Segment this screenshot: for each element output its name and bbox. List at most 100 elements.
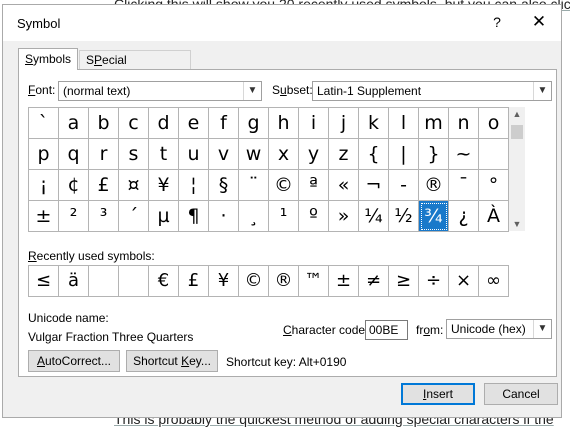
- symbol-cell[interactable]: -: [389, 170, 419, 201]
- symbol-cell[interactable]: {: [359, 139, 389, 170]
- symbol-cell[interactable]: ®: [419, 170, 449, 201]
- subset-dropdown[interactable]: Latin-1 Supplement ▼: [312, 81, 552, 101]
- chevron-down-icon[interactable]: ▼: [533, 320, 551, 338]
- symbol-cell[interactable]: [479, 139, 509, 170]
- symbol-cell[interactable]: ²: [59, 201, 89, 232]
- symbol-cell[interactable]: q: [59, 139, 89, 170]
- recent-symbol-cell[interactable]: ä: [59, 266, 89, 297]
- symbol-cell[interactable]: n: [449, 108, 479, 139]
- insert-button[interactable]: Insert: [401, 383, 475, 405]
- symbol-cell[interactable]: k: [359, 108, 389, 139]
- scrollbar-thumb[interactable]: [511, 125, 523, 139]
- cancel-button[interactable]: Cancel: [484, 383, 558, 405]
- recent-symbol-cell[interactable]: ×: [449, 266, 479, 297]
- symbol-cell[interactable]: u: [179, 139, 209, 170]
- symbol-cell[interactable]: p: [29, 139, 59, 170]
- symbol-cell[interactable]: r: [89, 139, 119, 170]
- symbol-cell[interactable]: w: [239, 139, 269, 170]
- recent-symbol-cell[interactable]: €: [149, 266, 179, 297]
- symbol-cell[interactable]: i: [299, 108, 329, 139]
- recent-symbol-cell[interactable]: ∞: [479, 266, 509, 297]
- chevron-down-icon[interactable]: ▼: [533, 82, 551, 100]
- help-button[interactable]: ?: [487, 14, 507, 32]
- symbol-cell[interactable]: ©: [269, 170, 299, 201]
- symbol-cell[interactable]: µ: [149, 201, 179, 232]
- tab-symbols[interactable]: Symbols: [18, 48, 78, 70]
- symbol-cell[interactable]: h: [269, 108, 299, 139]
- symbol-cell[interactable]: v: [209, 139, 239, 170]
- recent-symbol-cell[interactable]: ≥: [389, 266, 419, 297]
- symbol-cell[interactable]: b: [89, 108, 119, 139]
- tab-special-characters[interactable]: SPecial Characters: [79, 50, 191, 86]
- recent-symbol-cell[interactable]: ≠: [359, 266, 389, 297]
- recent-symbol-cell[interactable]: ÷: [419, 266, 449, 297]
- symbol-cell[interactable]: ~: [449, 139, 479, 170]
- symbol-cell[interactable]: o: [479, 108, 509, 139]
- symbol-cell[interactable]: z: [329, 139, 359, 170]
- font-dropdown[interactable]: (normal text) ▼: [58, 81, 262, 101]
- symbol-cell[interactable]: ¨: [239, 170, 269, 201]
- symbol-cell[interactable]: j: [329, 108, 359, 139]
- recent-symbol-cell[interactable]: ±: [329, 266, 359, 297]
- symbol-cell[interactable]: ½: [389, 201, 419, 232]
- symbol-cell[interactable]: ´: [119, 201, 149, 232]
- recent-symbol-cell[interactable]: [119, 266, 149, 297]
- symbol-cell[interactable]: l: [389, 108, 419, 139]
- symbol-cell[interactable]: ¢: [59, 170, 89, 201]
- symbol-cell[interactable]: }: [419, 139, 449, 170]
- from-dropdown[interactable]: Unicode (hex) ▼: [446, 319, 552, 339]
- recent-symbol-cell[interactable]: ™: [299, 266, 329, 297]
- symbol-cell[interactable]: y: [299, 139, 329, 170]
- symbol-cell[interactable]: ±: [29, 201, 59, 232]
- symbol-cell[interactable]: `: [29, 108, 59, 139]
- symbol-grid[interactable]: ` a b c d e f g h i j k l m n o p q r s t u v w x y z{|} ~ ¡ ¢ £ ¤ ¥ ¦ § ¨ ©…: [28, 107, 509, 232]
- recent-symbols-grid[interactable]: ≤ ä € £ ¥ © ® ™ ± ≠ ≥ ÷ × ∞: [28, 265, 509, 297]
- symbol-cell[interactable]: ¼: [359, 201, 389, 232]
- chevron-down-icon[interactable]: ▼: [243, 82, 261, 100]
- symbol-cell[interactable]: ¤: [119, 170, 149, 201]
- symbol-cell[interactable]: ¹: [269, 201, 299, 232]
- character-code-input[interactable]: 00BE: [365, 320, 408, 340]
- symbol-cell-selected[interactable]: ¾: [419, 201, 449, 232]
- symbol-cell[interactable]: ¡: [29, 170, 59, 201]
- scroll-down-icon[interactable]: ▼: [509, 217, 525, 231]
- symbol-cell[interactable]: À: [479, 201, 509, 232]
- symbol-cell[interactable]: |: [389, 139, 419, 170]
- symbol-cell[interactable]: ¬: [359, 170, 389, 201]
- symbol-cell[interactable]: ¸: [239, 201, 269, 232]
- recent-symbol-cell[interactable]: [89, 266, 119, 297]
- symbol-cell[interactable]: x: [269, 139, 299, 170]
- symbol-cell[interactable]: ¦: [179, 170, 209, 201]
- symbol-cell[interactable]: c: [119, 108, 149, 139]
- symbol-cell[interactable]: ¶: [179, 201, 209, 232]
- symbol-cell[interactable]: s: [119, 139, 149, 170]
- recent-symbol-cell[interactable]: ≤: [29, 266, 59, 297]
- symbol-cell[interactable]: ¥: [149, 170, 179, 201]
- shortcut-key-button[interactable]: Shortcut Key...: [126, 350, 218, 372]
- symbol-cell[interactable]: d: [149, 108, 179, 139]
- symbol-cell[interactable]: ¯: [449, 170, 479, 201]
- symbol-cell[interactable]: §: [209, 170, 239, 201]
- symbol-cell[interactable]: m: [419, 108, 449, 139]
- autocorrect-button[interactable]: AutoCorrect...: [28, 350, 120, 372]
- symbol-cell[interactable]: ·: [209, 201, 239, 232]
- recent-symbol-cell[interactable]: ®: [269, 266, 299, 297]
- symbol-cell[interactable]: f: [209, 108, 239, 139]
- scroll-up-icon[interactable]: ▲: [509, 107, 525, 121]
- symbol-cell[interactable]: t: [149, 139, 179, 170]
- symbol-cell[interactable]: ¿: [449, 201, 479, 232]
- symbol-cell[interactable]: °: [479, 170, 509, 201]
- symbol-grid-scrollbar[interactable]: ▲ ▼: [509, 107, 525, 231]
- symbol-cell[interactable]: «: [329, 170, 359, 201]
- recent-symbol-cell[interactable]: £: [179, 266, 209, 297]
- recent-symbol-cell[interactable]: ¥: [209, 266, 239, 297]
- symbol-cell[interactable]: ³: [89, 201, 119, 232]
- symbol-cell[interactable]: º: [299, 201, 329, 232]
- symbol-cell[interactable]: ª: [299, 170, 329, 201]
- symbol-cell[interactable]: e: [179, 108, 209, 139]
- symbol-cell[interactable]: £: [89, 170, 119, 201]
- symbol-cell[interactable]: »: [329, 201, 359, 232]
- close-button[interactable]: ✕: [527, 12, 551, 34]
- symbol-cell[interactable]: a: [59, 108, 89, 139]
- recent-symbol-cell[interactable]: ©: [239, 266, 269, 297]
